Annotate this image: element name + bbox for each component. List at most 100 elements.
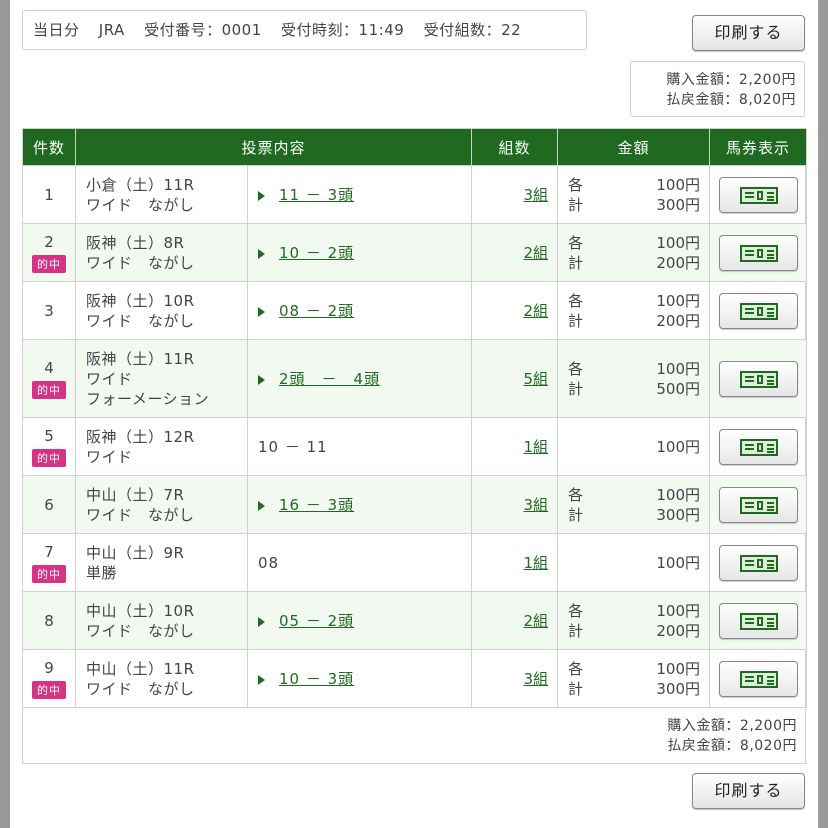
- groups-link[interactable]: 3組: [523, 496, 548, 514]
- race-cell: 阪神（土）11R ワイド フォーメーション: [75, 339, 248, 418]
- groups-link[interactable]: 5組: [523, 370, 548, 388]
- print-button-top[interactable]: 印刷する: [692, 15, 805, 51]
- combo-link[interactable]: 16 － 3頭: [279, 496, 354, 514]
- combo-link[interactable]: 11 － 3頭: [279, 186, 354, 204]
- ticket-cell: [709, 339, 808, 418]
- row-number-cell: 5 的中: [22, 417, 76, 476]
- ticket-button[interactable]: [718, 486, 798, 523]
- groups-link[interactable]: 3組: [523, 670, 548, 688]
- receipt-groups: 受付組数：22: [423, 21, 522, 39]
- ticket-icon: [739, 438, 778, 456]
- groups-link[interactable]: 1組: [523, 554, 548, 572]
- row-number: 8: [44, 611, 54, 630]
- ticket-button[interactable]: [718, 602, 798, 639]
- combo-link[interactable]: 2頭 － 4頭: [279, 370, 380, 388]
- ticket-cell: [709, 417, 808, 476]
- row-number: 1: [44, 185, 54, 204]
- combo-text: 10 － 11: [258, 438, 328, 456]
- ticket-button[interactable]: [718, 360, 798, 397]
- bet-type: ワイド ながし: [86, 253, 195, 272]
- combo-link[interactable]: 10 － 3頭: [279, 670, 354, 688]
- race-cell: 小倉（土）11R ワイド ながし: [75, 165, 248, 224]
- table-row: 5 的中 阪神（土）12R ワイド 10 － 11 1組 100円: [22, 417, 808, 476]
- groups-cell: 2組: [471, 281, 559, 340]
- race-name: 阪神（土）11R: [86, 349, 195, 368]
- amount-cell: 各 100円計 200円: [557, 223, 711, 282]
- print-button-bottom[interactable]: 印刷する: [692, 773, 805, 809]
- org-label: JRA: [98, 21, 125, 39]
- hit-badge: 的中: [32, 254, 66, 273]
- ticket-button[interactable]: [718, 660, 798, 697]
- combo-cell: 2頭 － 4頭: [246, 339, 473, 418]
- total-label: 計: [568, 379, 584, 398]
- each-label: 各: [568, 175, 584, 194]
- bet-type: ワイド: [86, 369, 133, 388]
- day-label: 当日分: [33, 21, 80, 39]
- ticket-icon: [739, 302, 778, 320]
- groups-link[interactable]: 2組: [523, 302, 548, 320]
- combo-link[interactable]: 08 － 2頭: [279, 302, 354, 320]
- payout-amount: 払戻金額：8,020円: [666, 92, 796, 108]
- ticket-cell: [709, 281, 808, 340]
- total-amount: 300円: [656, 505, 701, 524]
- groups-cell: 2組: [471, 223, 559, 282]
- bet-type: ワイド ながし: [86, 195, 195, 214]
- amount-cell: 各 100円計 300円: [557, 475, 711, 534]
- combo-link[interactable]: 10 － 2頭: [279, 244, 354, 262]
- combo-cell: 05 － 2頭: [246, 591, 473, 650]
- total-amount: 500円: [656, 379, 701, 398]
- row-number: 3: [44, 301, 54, 320]
- ticket-icon: [739, 554, 778, 572]
- play-triangle-icon: [258, 374, 265, 385]
- groups-link[interactable]: 2組: [523, 612, 548, 630]
- total-amount: 200円: [656, 253, 701, 272]
- totals-top: 購入金額：2,200円 払戻金額：8,020円: [630, 61, 805, 117]
- play-triangle-icon: [258, 674, 265, 685]
- hit-badge: 的中: [32, 448, 66, 467]
- ticket-icon: [739, 496, 778, 514]
- row-number-cell: 7 的中: [22, 533, 76, 592]
- ticket-button[interactable]: [718, 544, 798, 581]
- groups-cell: 3組: [471, 165, 559, 224]
- bet-type: ワイド ながし: [86, 311, 195, 330]
- ticket-button[interactable]: [718, 176, 798, 213]
- combo-link[interactable]: 05 － 2頭: [279, 612, 354, 630]
- row-number: 4: [44, 358, 54, 377]
- hit-badge: 的中: [32, 564, 66, 583]
- groups-link[interactable]: 3組: [523, 186, 548, 204]
- ticket-button[interactable]: [718, 234, 798, 271]
- each-label: 各: [568, 233, 584, 252]
- combo-cell: 10 － 2頭: [246, 223, 473, 282]
- each-label: 各: [568, 601, 584, 620]
- total-label: 計: [568, 679, 584, 698]
- amount-cell: 各 100円計 200円: [557, 281, 711, 340]
- table-row: 7 的中 中山（土）9R 単勝 08 1組 100円: [22, 533, 808, 592]
- table-row: 1 小倉（土）11R ワイド ながし 11 － 3頭 3組 各 100円計 300円: [22, 165, 808, 224]
- groups-cell: 5組: [471, 339, 559, 418]
- race-name: 中山（土）9R: [86, 543, 185, 562]
- race-name: 小倉（土）11R: [86, 175, 195, 194]
- bet-type: 単勝: [86, 563, 118, 582]
- ticket-button[interactable]: [718, 428, 798, 465]
- groups-link[interactable]: 2組: [523, 244, 548, 262]
- ticket-cell: [709, 649, 808, 708]
- total-label: 計: [568, 311, 584, 330]
- receipt-info: 当日分 JRA 受付番号：0001 受付時刻：11:49 受付組数：22: [22, 10, 587, 50]
- combo-cell: 08 － 2頭: [246, 281, 473, 340]
- combo-cell: 10 － 11: [246, 417, 473, 476]
- row-number-cell: 1: [22, 165, 76, 224]
- ticket-button[interactable]: [718, 292, 798, 329]
- row-number-cell: 2 的中: [22, 223, 76, 282]
- header-ticket: 馬券表示: [709, 128, 808, 166]
- purchase-amount-bottom: 購入金額：2,200円: [667, 718, 797, 734]
- row-number-cell: 4 的中: [22, 339, 76, 418]
- each-amount: 100円: [656, 359, 701, 378]
- amount-cell: 100円: [557, 533, 711, 592]
- bet-type: ワイド: [86, 447, 133, 466]
- receipt-time: 受付時刻：11:49: [281, 21, 405, 39]
- ticket-cell: [709, 165, 808, 224]
- ticket-cell: [709, 475, 808, 534]
- total-label: 計: [568, 505, 584, 524]
- groups-link[interactable]: 1組: [523, 438, 548, 456]
- row-number: 9: [44, 658, 54, 677]
